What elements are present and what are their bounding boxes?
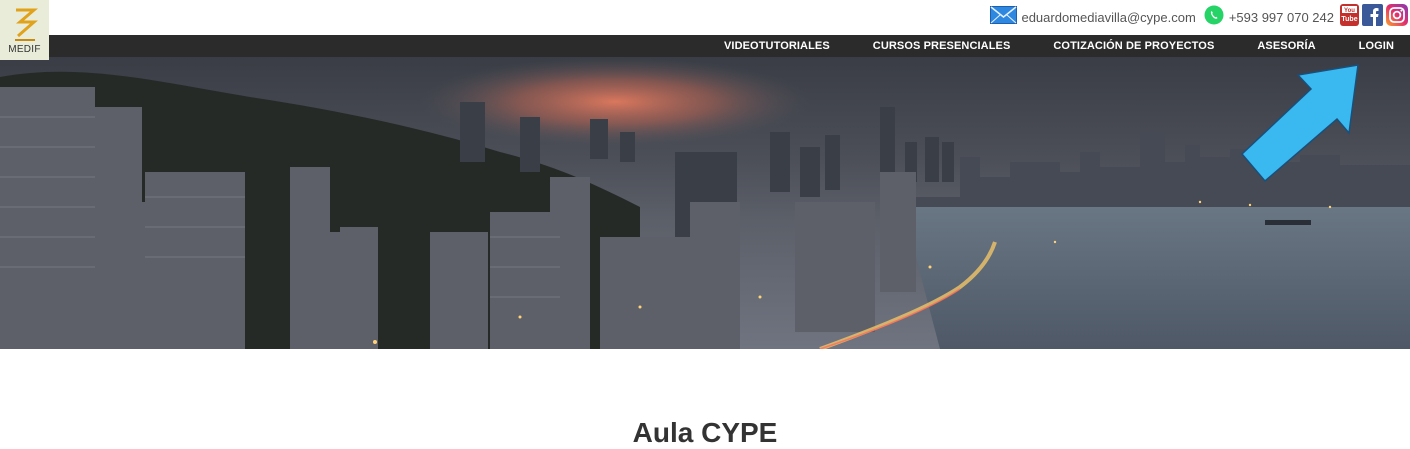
logo-text: MEDIF <box>8 44 41 55</box>
nav-item-login[interactable]: LOGIN <box>1359 40 1394 52</box>
nav-item-cotizacion[interactable]: COTIZACIÓN DE PROYECTOS <box>1053 40 1214 52</box>
svg-text:Tube: Tube <box>1341 16 1357 23</box>
nav-item-asesoria[interactable]: ASESORÍA <box>1257 40 1315 52</box>
instagram-icon[interactable] <box>1386 3 1408 31</box>
top-bar: eduardomediavilla@cype.com +593 997 070 … <box>0 0 1410 35</box>
site-logo[interactable]: MEDIF <box>0 0 49 60</box>
hero-banner <box>0 57 1410 349</box>
phone-link[interactable]: +593 997 070 242 <box>1204 5 1334 30</box>
whatsapp-icon <box>1204 5 1224 30</box>
youtube-icon[interactable]: You Tube <box>1340 3 1359 31</box>
social-links: You Tube <box>1340 3 1408 31</box>
envelope-icon <box>990 5 1018 29</box>
logo-mark <box>15 8 38 41</box>
phone-number: +593 997 070 242 <box>1228 9 1334 25</box>
email-link[interactable]: eduardomediavilla@cype.com <box>990 5 1196 29</box>
email-address: eduardomediavilla@cype.com <box>1021 9 1196 25</box>
nav-item-cursos-presenciales[interactable]: CURSOS PRESENCIALES <box>873 40 1011 52</box>
nav-item-videotutoriales[interactable]: VIDEOTUTORIALES <box>724 40 830 52</box>
main-nav: VIDEOTUTORIALES CURSOS PRESENCIALES COTI… <box>0 35 1410 57</box>
hero-image-city-skyline <box>0 57 1410 349</box>
svg-text:You: You <box>1344 8 1355 14</box>
page-title: Aula CYPE <box>632 416 778 448</box>
contact-bar: eduardomediavilla@cype.com +593 997 070 … <box>990 3 1410 31</box>
facebook-icon[interactable] <box>1362 3 1383 31</box>
